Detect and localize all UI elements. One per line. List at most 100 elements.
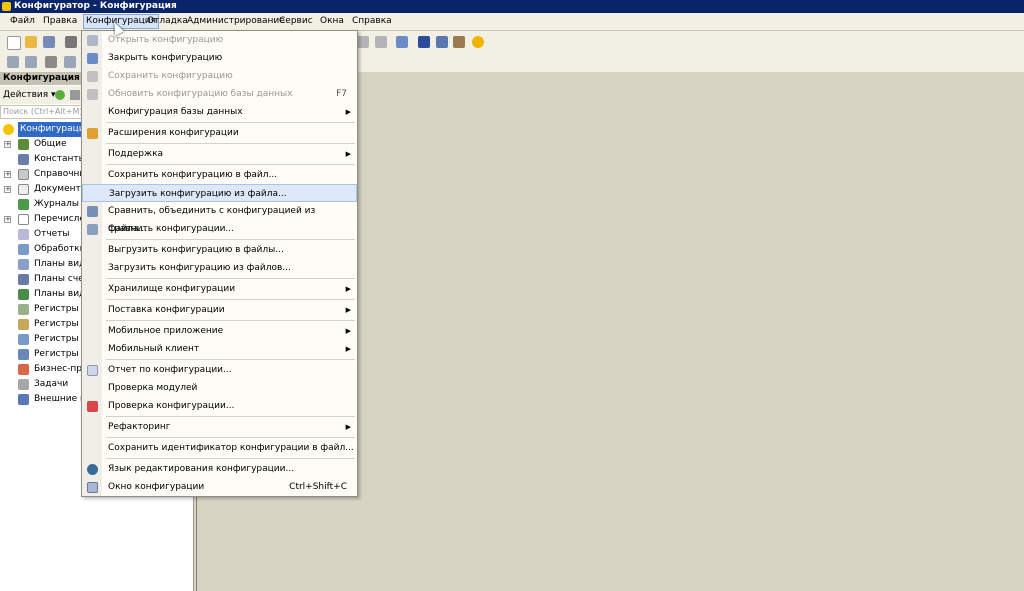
menu-load-from-files[interactable]: Загрузить конфигурацию из файлов...	[82, 259, 357, 277]
chart-of-accounts-icon	[18, 274, 29, 285]
menu-bar: Файл Правка Конфигурация Отладка Админис…	[0, 13, 1024, 31]
menu-service[interactable]: Сервис	[277, 15, 315, 28]
update-database-icon	[87, 89, 98, 100]
configuration-menu: Открыть конфигурацию Закрыть конфигураци…	[81, 30, 358, 497]
menu-configuration-window[interactable]: Окно конфигурации Ctrl+Shift+C	[82, 478, 357, 496]
debug-icon[interactable]	[418, 36, 430, 48]
menu-compare-configurations[interactable]: Сравнить конфигурации...	[82, 220, 357, 238]
menu-edit[interactable]: Правка	[41, 15, 79, 28]
menu-separator	[106, 437, 355, 438]
replace-icon[interactable]	[375, 36, 387, 48]
business-process-icon	[18, 364, 29, 375]
submenu-arrow-icon: ▶	[345, 327, 351, 335]
window-icon	[87, 482, 98, 493]
database-icon[interactable]	[45, 56, 57, 68]
menu-separator	[106, 458, 355, 459]
menu-save-configuration[interactable]: Сохранить конфигурацию	[82, 67, 357, 85]
constants-icon	[18, 154, 29, 165]
compare-icon	[87, 224, 98, 235]
document-icon	[18, 184, 29, 195]
save-configuration-icon	[87, 71, 98, 82]
list-icon[interactable]	[25, 56, 37, 68]
calculation-types-icon	[18, 289, 29, 300]
accumulation-register-icon	[18, 319, 29, 330]
form-icon[interactable]	[64, 56, 76, 68]
shortcut-label: F7	[336, 89, 347, 99]
actions-dropdown[interactable]: Действия ▾	[3, 86, 56, 104]
menu-close-configuration[interactable]: Закрыть конфигурацию	[82, 49, 357, 67]
syntax-helper-icon[interactable]	[436, 36, 448, 48]
report-icon	[87, 365, 98, 376]
menu-configuration-extensions[interactable]: Расширения конфигурации	[82, 124, 357, 142]
menu-separator	[106, 320, 355, 321]
menu-mobile-app[interactable]: Мобильное приложение ▶	[82, 322, 357, 340]
cut-icon[interactable]	[65, 36, 77, 48]
menu-delivery[interactable]: Поставка конфигурации ▶	[82, 301, 357, 319]
processing-icon	[18, 244, 29, 255]
menu-open-configuration[interactable]: Открыть конфигурацию	[82, 31, 357, 49]
menu-database-configuration[interactable]: Конфигурация базы данных ▶	[82, 103, 357, 121]
save-icon[interactable]	[43, 36, 55, 48]
menu-update-database[interactable]: Обновить конфигурацию базы данных F7	[82, 85, 357, 103]
menu-separator	[106, 416, 355, 417]
check-icon	[87, 401, 98, 412]
info-register-icon	[18, 304, 29, 315]
external-sources-icon	[18, 394, 29, 405]
add-icon[interactable]	[55, 90, 65, 100]
calculation-register-icon	[18, 349, 29, 360]
edit-icon[interactable]	[70, 90, 80, 100]
menu-windows[interactable]: Окна	[318, 15, 346, 28]
shortcut-label: Ctrl+Shift+C	[289, 482, 347, 492]
menu-mobile-client[interactable]: Мобильный клиент ▶	[82, 340, 357, 358]
menu-refactoring[interactable]: Рефакторинг ▶	[82, 418, 357, 436]
title-bar: Конфигуратор - Конфигурация	[0, 0, 1024, 13]
expand-icon[interactable]: +	[4, 186, 11, 193]
extensions-icon	[87, 128, 98, 139]
windows-icon[interactable]	[396, 36, 408, 48]
submenu-arrow-icon: ▶	[345, 306, 351, 314]
configuration-icon	[3, 124, 14, 135]
menu-debug[interactable]: Отладка	[145, 15, 190, 28]
common-icon	[18, 139, 29, 150]
open-folder-icon[interactable]	[25, 36, 37, 48]
menu-export-to-files[interactable]: Выгрузить конфигурацию в файлы...	[82, 241, 357, 259]
menu-separator	[106, 239, 355, 240]
submenu-arrow-icon: ▶	[345, 285, 351, 293]
info-icon[interactable]	[472, 36, 484, 48]
catalog-icon	[18, 169, 29, 180]
search-icon[interactable]	[357, 36, 369, 48]
menu-separator	[106, 299, 355, 300]
menu-separator	[106, 164, 355, 165]
table-icon[interactable]	[7, 56, 19, 68]
menu-separator	[106, 278, 355, 279]
window-title: Конфигуратор - Конфигурация	[14, 1, 177, 11]
open-configuration-icon	[87, 35, 98, 46]
expand-icon[interactable]: +	[4, 141, 11, 148]
submenu-arrow-icon: ▶	[345, 423, 351, 431]
report-icon	[18, 229, 29, 240]
close-configuration-icon	[87, 53, 98, 64]
accounting-register-icon	[18, 334, 29, 345]
menu-check-modules[interactable]: Проверка модулей	[82, 379, 357, 397]
new-file-icon[interactable]	[7, 36, 21, 50]
characteristic-types-icon	[18, 259, 29, 270]
menu-editing-language[interactable]: Язык редактирования конфигурации...	[82, 460, 357, 478]
menu-check-configuration[interactable]: Проверка конфигурации...	[82, 397, 357, 415]
menu-separator	[106, 359, 355, 360]
menu-administration[interactable]: Администрирование	[185, 15, 287, 28]
menu-repository[interactable]: Хранилище конфигурации ▶	[82, 280, 357, 298]
expand-icon[interactable]: +	[4, 216, 11, 223]
menu-support[interactable]: Поддержка ▶	[82, 145, 357, 163]
menu-configuration-report[interactable]: Отчет по конфигурации...	[82, 361, 357, 379]
menu-compare-merge-file[interactable]: Сравнить, объединить с конфигурацией из …	[82, 202, 357, 234]
language-icon	[87, 464, 98, 475]
expand-icon[interactable]: +	[4, 171, 11, 178]
menu-separator	[106, 122, 355, 123]
menu-save-to-file[interactable]: Сохранить конфигурацию в файл...	[82, 166, 357, 184]
menu-help[interactable]: Справка	[350, 15, 394, 28]
submenu-arrow-icon: ▶	[345, 345, 351, 353]
menu-save-identifier[interactable]: Сохранить идентификатор конфигурации в ф…	[82, 439, 357, 457]
book-icon[interactable]	[453, 36, 465, 48]
menu-file[interactable]: Файл	[8, 15, 37, 28]
menu-load-from-file[interactable]: Загрузить конфигурацию из файла...	[82, 184, 357, 202]
